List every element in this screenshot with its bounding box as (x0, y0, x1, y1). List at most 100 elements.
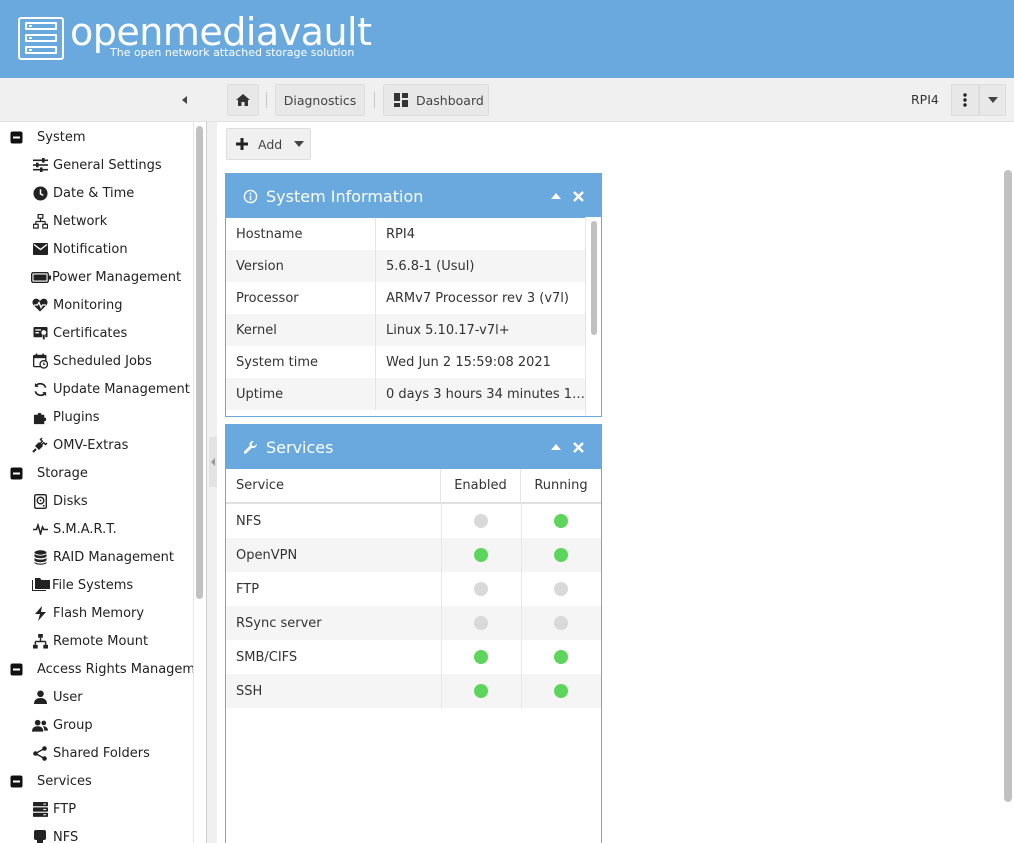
sidebar-item-label: Monitoring (53, 297, 123, 313)
calendar-clock-icon (32, 353, 48, 369)
info-row: Processor ARMv7 Processor rev 3 (v7l) (226, 282, 586, 314)
caret-down-icon (987, 97, 998, 103)
services-widget: Services Service Enabled Running NFS Open… (225, 424, 602, 843)
running-cell (521, 504, 601, 538)
sidebar-item-update-management[interactable]: Update Management (0, 375, 193, 403)
column-header-service[interactable]: Service (226, 469, 441, 502)
puzzle-icon (32, 409, 48, 425)
sidebar-item-power-management[interactable]: Power Management (0, 263, 193, 291)
sidebar-item-raid-management[interactable]: RAID Management (0, 543, 193, 571)
home-button[interactable] (227, 84, 259, 116)
column-header-running[interactable]: Running (521, 469, 601, 502)
system-info-scrollbar-thumb[interactable] (591, 221, 597, 335)
sidebar-group-storage[interactable]: Storage (0, 459, 193, 487)
wrench-icon (242, 439, 258, 455)
sidebar-item-label: Group (53, 717, 93, 733)
sidebar-item-network[interactable]: Network (0, 207, 193, 235)
sidebar-item-label: S.M.A.R.T. (53, 521, 117, 537)
info-key: Processor (226, 282, 376, 314)
caret-down-icon (294, 141, 305, 147)
sidebar-group-services[interactable]: Services (0, 767, 193, 795)
dots-vertical-icon (963, 93, 967, 107)
collapse-group-icon[interactable] (8, 465, 24, 481)
battery-icon (31, 269, 51, 285)
add-widget-button[interactable]: Add (226, 128, 311, 160)
enabled-cell (441, 606, 521, 640)
column-header-enabled[interactable]: Enabled (441, 469, 521, 502)
sidebar-item-label: Plugins (53, 409, 100, 425)
enabled-cell (441, 538, 521, 572)
close-icon (572, 190, 584, 202)
main-scrollbar-thumb[interactable] (1004, 170, 1012, 802)
sidebar-group-access-rights-managemen[interactable]: Access Rights Managemen (0, 655, 206, 683)
status-running-icon (554, 514, 568, 528)
collapse-group-icon[interactable] (8, 129, 24, 145)
sidebar-item-notification[interactable]: Notification (0, 235, 193, 263)
info-key: Version (226, 250, 376, 282)
info-key: Hostname (226, 218, 376, 250)
info-row: Uptime 0 days 3 hours 34 minutes 18... (226, 378, 586, 410)
sidebar-item-label: User (53, 689, 83, 705)
sidebar-item-disks[interactable]: Disks (0, 487, 193, 515)
sidebar-group-label: Storage (37, 465, 88, 481)
sidebar-item-general-settings[interactable]: General Settings (0, 151, 193, 179)
service-row: FTP (226, 572, 601, 606)
sidebar-group-label: Access Rights Managemen (37, 661, 207, 677)
more-menu-button[interactable] (951, 84, 979, 116)
users-icon (32, 717, 48, 733)
sidebar-group-system[interactable]: System (0, 123, 193, 151)
info-row: Hostname RPI4 (226, 218, 586, 250)
sidebar-item-date-time[interactable]: Date & Time (0, 179, 193, 207)
sidebar-item-file-systems[interactable]: File Systems (0, 571, 193, 599)
collapse-group-icon[interactable] (8, 773, 24, 789)
status-enabled-icon (474, 548, 488, 562)
status-disabled-icon (474, 616, 488, 630)
breadcrumb-diagnostics[interactable]: Diagnostics (275, 84, 365, 116)
sidebar-item-plugins[interactable]: Plugins (0, 403, 193, 431)
collapse-widget-button[interactable] (548, 188, 564, 204)
info-value: Linux 5.10.17-v7l+ (386, 322, 510, 338)
splitter-handle[interactable] (209, 437, 217, 487)
sidebar-item-label: Disks (53, 493, 88, 509)
services-table-body: NFS OpenVPN FTP RSync server SMB/CIFS SSH (226, 504, 601, 843)
sidebar-item-label: Date & Time (53, 185, 135, 201)
sidebar-item-flash-memory[interactable]: Flash Memory (0, 599, 193, 627)
sidebar-item-scheduled-jobs[interactable]: Scheduled Jobs (0, 347, 193, 375)
sidebar-group-label: Services (37, 773, 92, 789)
nfs-icon (32, 829, 48, 843)
info-value: ARMv7 Processor rev 3 (v7l) (386, 290, 569, 306)
sidebar-scrollbar-thumb[interactable] (196, 126, 203, 599)
status-running-icon (554, 650, 568, 664)
collapse-group-icon[interactable] (8, 661, 24, 677)
running-cell (521, 606, 601, 640)
pulse-icon (32, 521, 48, 537)
sidebar-item-user[interactable]: User (0, 683, 193, 711)
info-key: Kernel (226, 314, 376, 346)
toolbar: Diagnostics Dashboard RPI4 (0, 78, 1014, 122)
sidebar-item-monitoring[interactable]: Monitoring (0, 291, 193, 319)
collapse-sidebar-button[interactable] (178, 92, 192, 108)
collapse-widget-button[interactable] (548, 439, 564, 455)
plus-icon (236, 138, 248, 150)
breadcrumb-dashboard[interactable]: Dashboard (383, 84, 489, 116)
sidebar-item-remote-mount[interactable]: Remote Mount (0, 627, 193, 655)
sidebar-item-label: FTP (53, 801, 77, 817)
sidebar-item-ftp[interactable]: FTP (0, 795, 193, 823)
column-divider (441, 504, 442, 708)
system-info-table: Hostname RPI4 Version 5.6.8-1 (Usul) Process… (226, 218, 586, 416)
sidebar-item-omv-extras[interactable]: OMV-Extras (0, 431, 193, 459)
info-icon (242, 188, 258, 204)
user-menu-button[interactable] (979, 84, 1006, 116)
system-info-title: System Information (266, 186, 424, 206)
share-icon (32, 745, 48, 761)
sidebar-item-certificates[interactable]: Certificates (0, 319, 193, 347)
status-stopped-icon (554, 616, 568, 630)
sidebar-item-group[interactable]: Group (0, 711, 193, 739)
status-enabled-icon (474, 650, 488, 664)
service-name: RSync server (236, 615, 322, 631)
sidebar-item-nfs[interactable]: NFS (0, 823, 193, 843)
close-widget-button[interactable] (570, 188, 586, 204)
close-widget-button[interactable] (570, 439, 586, 455)
sidebar-item-s-m-a-r-t[interactable]: S.M.A.R.T. (0, 515, 193, 543)
sidebar-item-shared-folders[interactable]: Shared Folders (0, 739, 193, 767)
